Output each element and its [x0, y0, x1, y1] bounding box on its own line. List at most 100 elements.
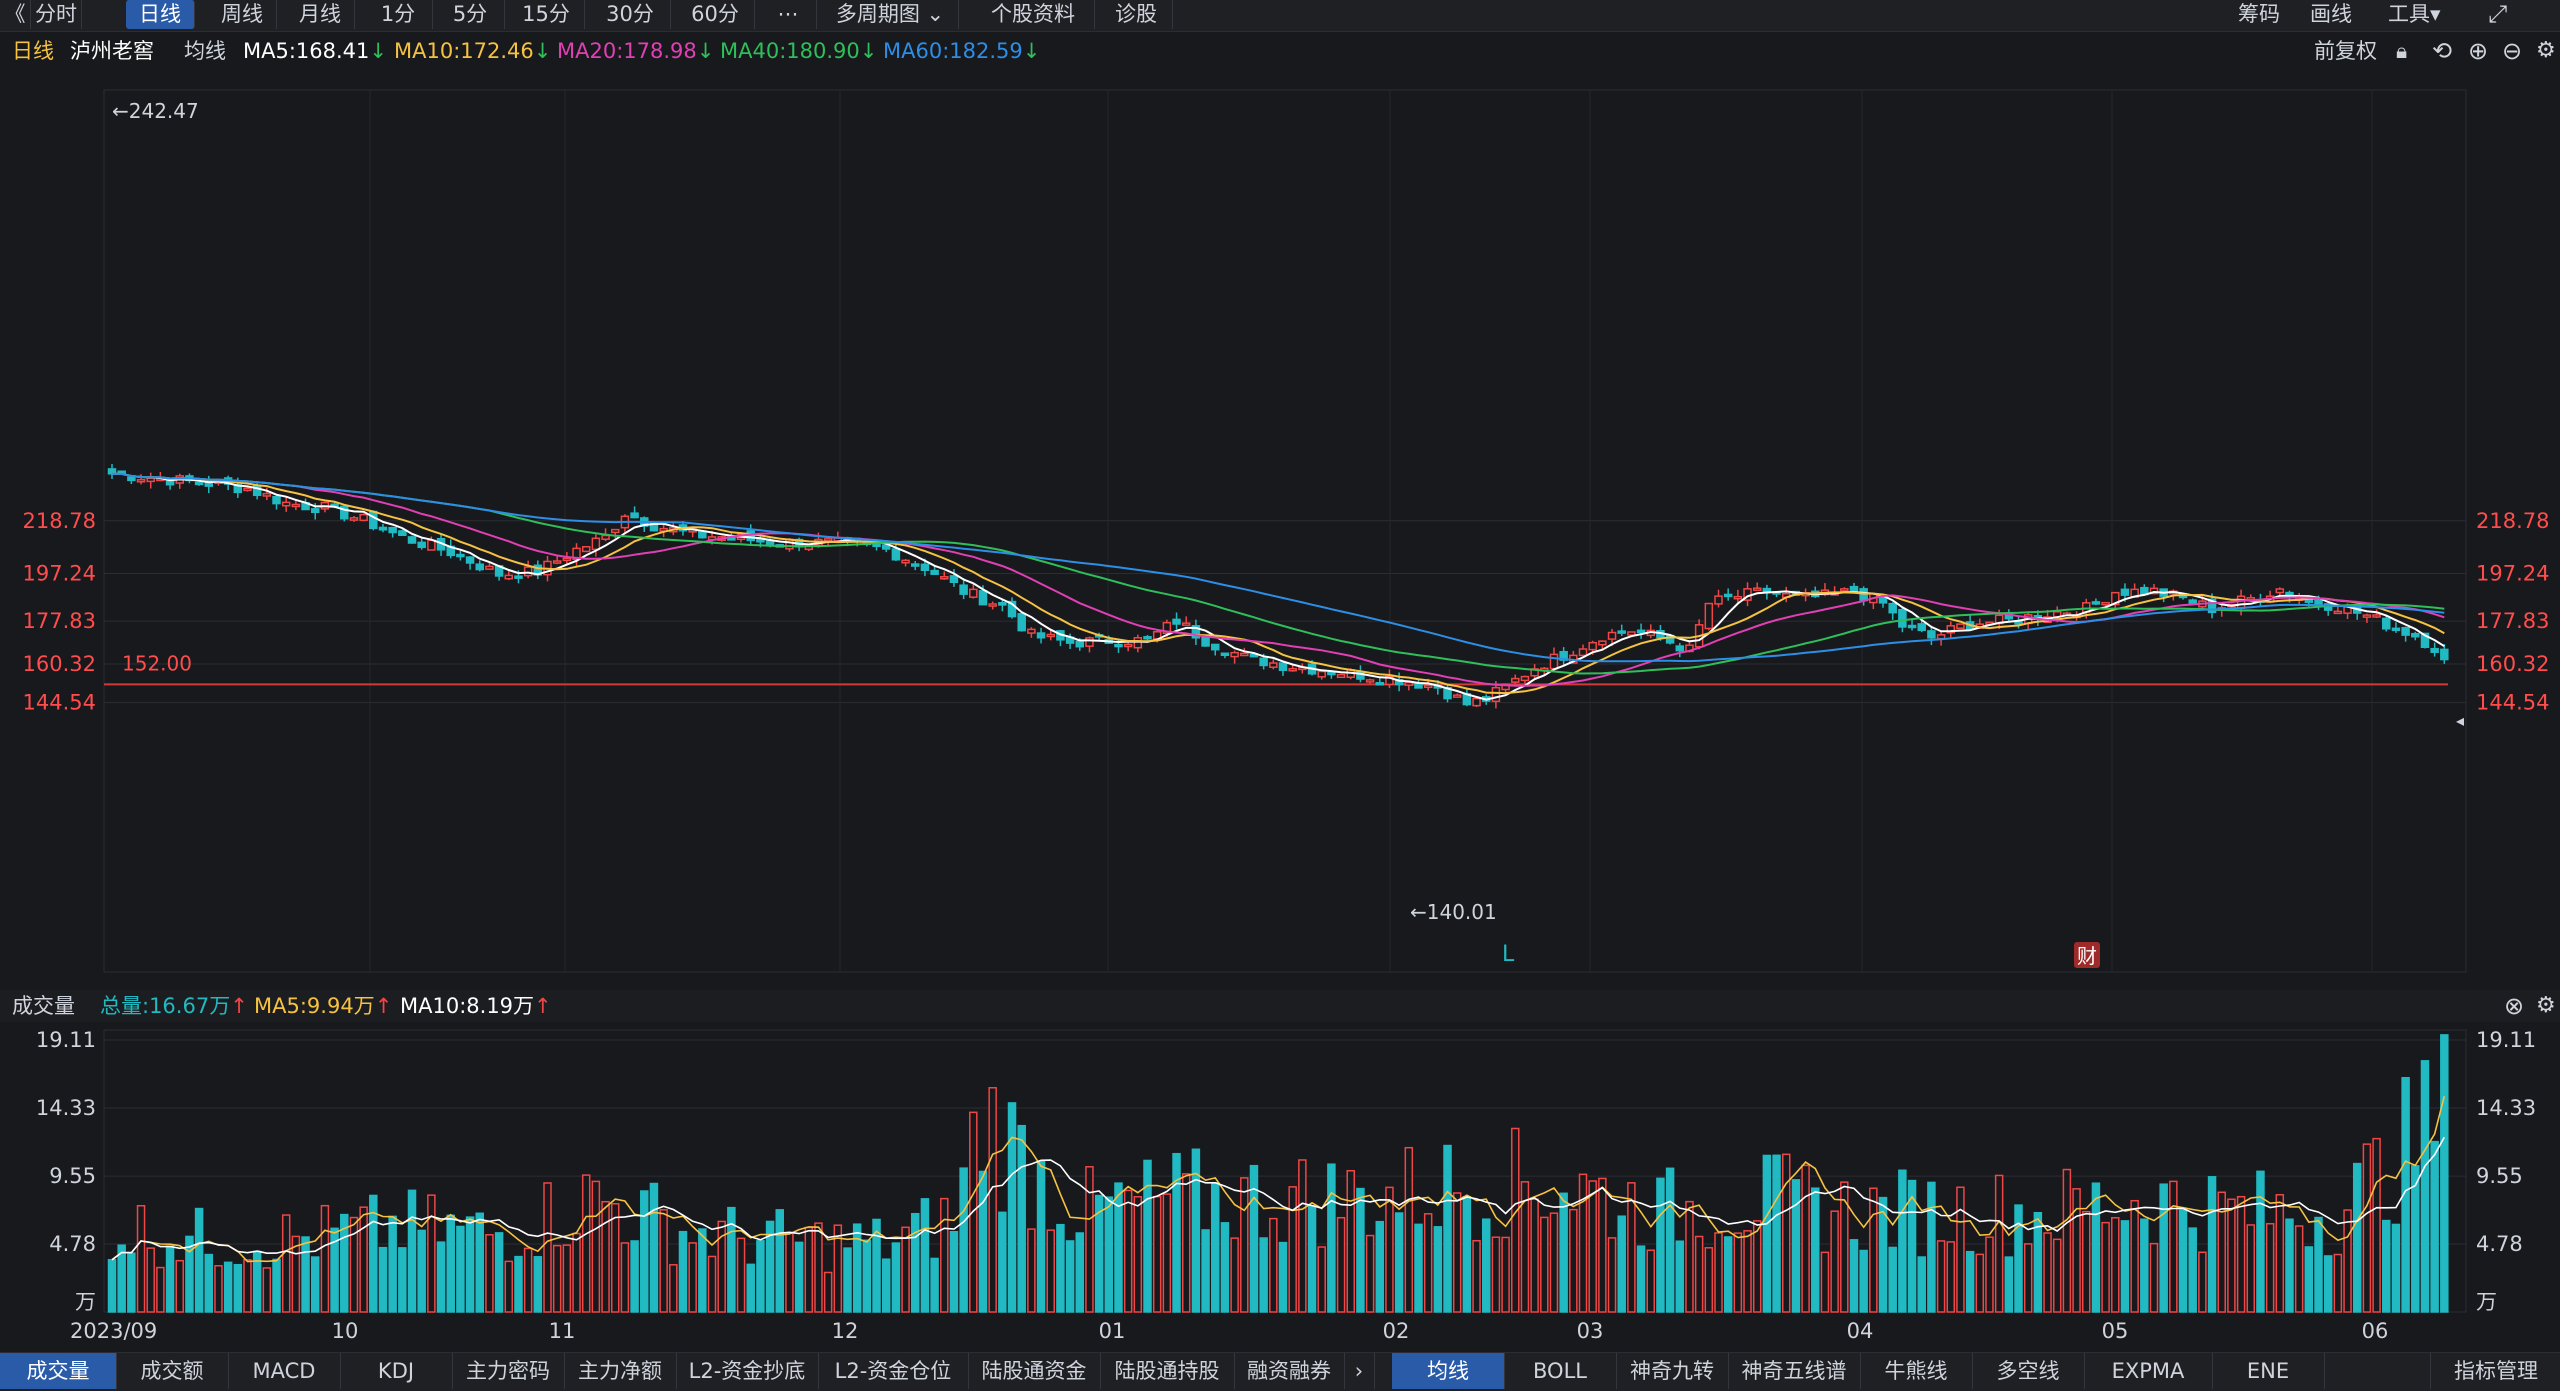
chevron-right-icon[interactable]: ›: [1344, 1353, 1375, 1389]
volume-bar-down: [1656, 1177, 1665, 1313]
tab-5min[interactable]: 5分: [436, 0, 505, 29]
undo-icon[interactable]: ⟲: [2432, 34, 2452, 68]
gear-icon[interactable]: ⚙: [2536, 34, 2556, 68]
tab-ma[interactable]: 均线: [1392, 1353, 1505, 1389]
price-chart[interactable]: 218.78 218.78 197.24 197.24 177.83 177.83 160.…: [0, 68, 2560, 990]
candle-down: [765, 540, 775, 546]
candle-up: [1181, 622, 1191, 626]
tab-kdj[interactable]: KDJ: [340, 1353, 453, 1389]
tab-boll[interactable]: BOLL: [1504, 1353, 1617, 1389]
volume-bar-down: [378, 1246, 388, 1313]
candle-down: [1036, 632, 1046, 639]
candle-down: [1075, 640, 1085, 648]
volume-bar-up: [620, 1242, 630, 1313]
volume-chart[interactable]: 19.11 19.11 14.33 14.33 9.55 9.55 4.78 4.78 万 万 20…: [0, 1022, 2560, 1352]
tab-weekly[interactable]: 周线: [208, 0, 277, 29]
tab-hk-connect-fund[interactable]: 陆股通资金: [968, 1353, 1101, 1389]
tab-magic-five[interactable]: 神奇五线谱: [1728, 1353, 1861, 1389]
multi-period-dropdown[interactable]: 多周期图 ⌄: [822, 0, 959, 29]
volume-bar-down: [949, 1230, 959, 1313]
candle-up: [1404, 681, 1414, 686]
volume-bar-down: [1104, 1196, 1114, 1313]
draw-line-button[interactable]: 画线: [2310, 0, 2352, 29]
volume-bar-up: [1027, 1228, 1036, 1313]
volume-bar-up: [552, 1244, 562, 1313]
adjust-button[interactable]: 前复权: [2314, 34, 2377, 68]
tab-magic-nine[interactable]: 神奇九转: [1616, 1353, 1729, 1389]
low-marker: ←140.01: [1410, 900, 1497, 924]
volume-bar-up: [1501, 1236, 1510, 1313]
close-icon[interactable]: ⊗: [2504, 990, 2524, 1022]
volume-bar-up: [2149, 1242, 2159, 1313]
volume-bar-up: [1985, 1236, 1994, 1313]
tab-1min[interactable]: 1分: [364, 0, 433, 29]
tab-margin[interactable]: 融资融券: [1234, 1353, 1345, 1389]
tab-fenshi[interactable]: 分时: [31, 0, 82, 29]
volume-axis-label-left: 19.11: [36, 1028, 96, 1052]
ma60-line: [111, 472, 2445, 663]
tab-daily[interactable]: 日线: [126, 0, 195, 29]
chevron-down-icon: ⌄: [926, 2, 945, 26]
volume-bar-up: [659, 1209, 668, 1313]
tab-30min[interactable]: 30分: [590, 0, 671, 29]
candle-down: [746, 530, 755, 542]
volume-bar-down: [407, 1189, 417, 1313]
volume-bar-up: [1123, 1189, 1133, 1313]
ma40-value: MA40:180.90↓: [720, 34, 877, 68]
ma-info-bar: 日线 泸州老窖 均线 MA5:168.41↓ MA10:172.46↓ MA20…: [0, 34, 2560, 68]
more-icon[interactable]: ⋯: [760, 0, 817, 29]
tab-60min[interactable]: 60分: [676, 0, 755, 29]
indicator-tab-bar: 成交量 成交额 MACD KDJ 主力密码 主力净额 L2-资金抄底 L2-资金…: [0, 1352, 2560, 1391]
indicator-name[interactable]: 均线: [184, 34, 226, 68]
candle-up: [1336, 673, 1346, 679]
candle-down: [1927, 630, 1936, 639]
volume-bar-down: [2120, 1220, 2130, 1313]
candle-up: [427, 539, 436, 551]
tab-main-code[interactable]: 主力密码: [452, 1353, 565, 1389]
indicator-manage-button[interactable]: 指标管理: [2430, 1353, 2560, 1389]
volume-bar-up: [2072, 1188, 2081, 1313]
tab-bull-bear[interactable]: 牛熊线: [1860, 1353, 1973, 1389]
gear-icon[interactable]: ⚙: [2536, 990, 2556, 1022]
candle-down: [1114, 643, 1123, 648]
volume-bar-down: [301, 1236, 310, 1313]
date-axis-label: 11: [549, 1319, 576, 1343]
volume-bar-down: [1859, 1249, 1868, 1313]
tab-turnover[interactable]: 成交额: [116, 1353, 229, 1389]
tab-ene[interactable]: ENE: [2212, 1353, 2325, 1389]
candle-down: [378, 526, 388, 531]
fullscreen-icon[interactable]: ⤢: [2488, 0, 2507, 29]
volume-bar-up: [281, 1214, 291, 1313]
tab-stock-profile[interactable]: 个股资料: [972, 0, 1095, 29]
tab-15min[interactable]: 15分: [508, 0, 585, 29]
double-chevron-left-icon[interactable]: 《: [0, 0, 31, 29]
lock-icon[interactable]: 🔒︎: [2396, 34, 2407, 68]
tab-l2-bottom[interactable]: L2-资金抄底: [676, 1353, 819, 1389]
tab-monthly[interactable]: 月线: [286, 0, 355, 29]
tab-hk-connect-holding[interactable]: 陆股通持股: [1100, 1353, 1235, 1389]
tab-expma[interactable]: EXPMA: [2084, 1353, 2213, 1389]
candle-down: [388, 526, 397, 534]
tab-long-short[interactable]: 多空线: [1972, 1353, 2085, 1389]
volume-bar-down: [1665, 1167, 1675, 1313]
candle-up: [1027, 628, 1036, 634]
volume-bar-up: [2062, 1168, 2072, 1313]
volume-bar-down: [1056, 1223, 1065, 1313]
volume-bar-down: [2440, 1034, 2449, 1313]
zoom-in-icon[interactable]: ⊕: [2468, 34, 2488, 68]
chips-button[interactable]: 筹码: [2238, 0, 2280, 29]
volume-bar-down: [494, 1232, 504, 1313]
volume-total-text: 总量:16.67万: [100, 994, 231, 1018]
tab-macd[interactable]: MACD: [228, 1353, 341, 1389]
tab-volume[interactable]: 成交量: [0, 1353, 117, 1389]
volume-bar-down: [2420, 1060, 2430, 1313]
volume-bar-up: [2246, 1224, 2256, 1313]
tab-diagnose[interactable]: 诊股: [1100, 0, 1173, 29]
volume-bar-up: [1298, 1159, 1307, 1313]
volume-bar-up: [1181, 1173, 1191, 1313]
tab-l2-position[interactable]: L2-资金仓位: [818, 1353, 969, 1389]
volume-bar-down: [1462, 1196, 1472, 1313]
tools-menu[interactable]: 工具▾: [2388, 0, 2441, 29]
zoom-out-icon[interactable]: ⊖: [2502, 34, 2522, 68]
tab-main-net[interactable]: 主力净额: [564, 1353, 677, 1389]
